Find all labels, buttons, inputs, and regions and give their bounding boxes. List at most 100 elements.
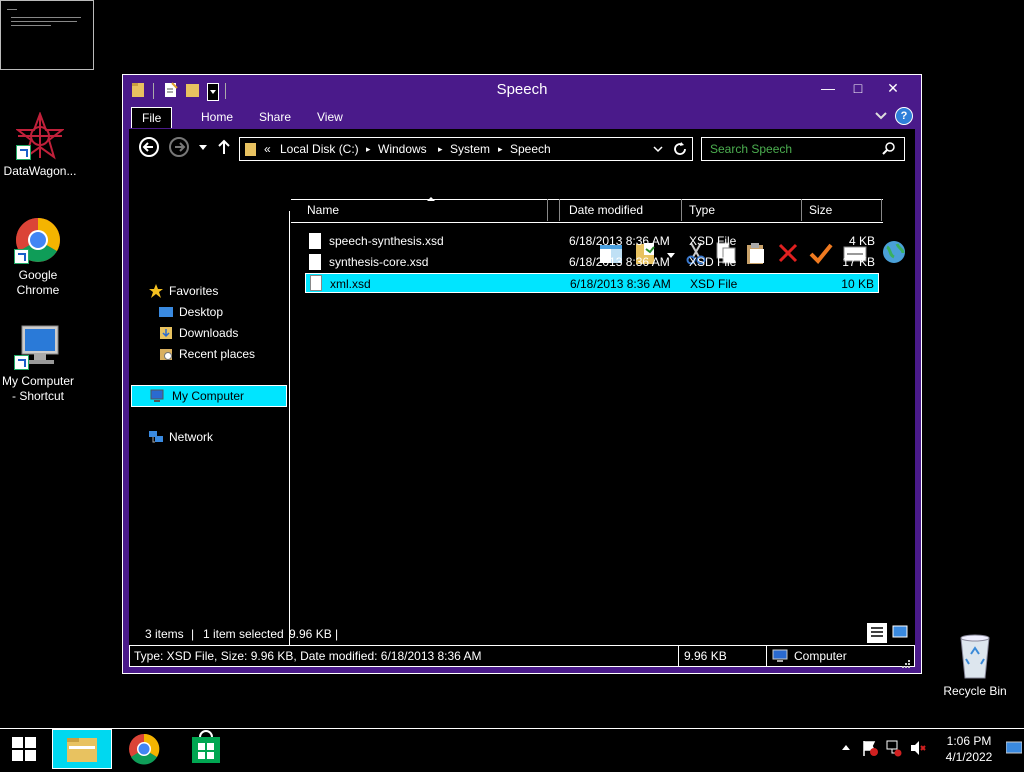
breadcrumb-overflow[interactable]: « [264,138,271,160]
column-header-type[interactable]: Type [683,199,802,221]
new-folder-icon[interactable] [185,81,201,99]
column-label: Name [307,203,340,217]
search-input[interactable]: Search Speech [710,138,792,160]
address-bar[interactable]: « Local Disk (C:) ▸ Windows ▸ System ▸ S… [239,137,693,161]
details-view-icon[interactable] [867,623,887,643]
navigation-pane: Favorites Desktop Downloads Recent place… [129,211,290,647]
computer-icon [772,649,788,663]
xsd-file-icon [309,254,321,270]
start-button[interactable] [0,729,48,769]
network-icon [149,430,163,444]
up-arrow-icon[interactable] [217,139,231,155]
star-icon [149,284,163,298]
title-bar[interactable]: Speech — □ ✕ [123,75,921,105]
nav-downloads[interactable]: Downloads [159,323,279,343]
breadcrumb-separator-icon[interactable]: ▸ [366,138,371,160]
desktop-icon-label: DataWagon... [3,164,77,178]
tab-view[interactable]: View [307,107,353,127]
nav-my-computer[interactable]: My Computer [131,385,287,407]
file-name: synthesis-core.xsd [329,255,429,269]
forward-button[interactable] [169,137,189,157]
recent-locations-dropdown-icon[interactable] [199,145,207,150]
tab-share[interactable]: Share [249,107,301,127]
breadcrumb-local-disk[interactable]: Local Disk (C:) [280,138,359,160]
shortcut-arrow-icon [14,249,29,264]
breadcrumb-windows[interactable]: Windows [378,138,427,160]
breadcrumb-separator-icon[interactable]: ▸ [438,138,443,160]
selected-size: 9.96 KB [289,627,332,641]
folder-icon[interactable] [131,81,147,99]
close-button[interactable]: ✕ [875,77,911,99]
quick-access-dropdown-icon[interactable] [207,83,219,101]
ribbon-expand-chevron-icon[interactable] [875,109,887,123]
network-status-icon[interactable] [886,739,902,757]
file-size: 17 KB [842,255,875,269]
breadcrumb-separator-icon[interactable]: ▸ [498,138,503,160]
back-button[interactable] [139,137,159,157]
search-box[interactable]: Search Speech [701,137,905,161]
tab-home[interactable]: Home [191,107,243,127]
file-type: XSD File [690,277,738,291]
maximize-button[interactable]: □ [843,77,873,99]
search-icon[interactable] [882,142,896,156]
clock-date: 4/1/2022 [945,750,993,764]
nav-label: Downloads [179,326,239,340]
desktop-icon-recycle-bin[interactable]: Recycle Bin [935,632,1015,699]
file-type: XSD File [689,234,737,248]
folder-icon [244,141,258,157]
window-title: Speech [496,81,548,98]
file-row-selected[interactable]: xml.xsd 6/18/2013 8:36 AM XSD File 10 KB [305,273,879,293]
details-location: Computer [794,649,847,663]
nav-recent-places[interactable]: Recent places [159,344,279,364]
address-dropdown-icon[interactable] [652,142,664,156]
tab-file[interactable]: File [131,107,173,128]
minimize-button[interactable]: — [813,77,843,99]
minimize-icon: — [821,80,835,96]
details-text: Type: XSD File, Size: 9.96 KB, Date modi… [134,649,482,663]
resize-grip-icon[interactable] [900,654,910,668]
shortcut-arrow-icon [16,145,31,160]
breadcrumb-speech[interactable]: Speech [510,138,551,160]
clock[interactable]: 1:06 PM 4/1/2022 [940,733,998,765]
nav-label: Recent places [179,347,256,361]
file-date: 6/18/2013 8:36 AM [569,255,670,269]
file-explorer-taskbar-button[interactable] [52,729,112,769]
nav-network[interactable]: Network [149,427,279,447]
nav-label: My Computer [172,389,245,403]
large-icons-view-icon[interactable] [891,623,909,641]
desktop-icon-my-computer[interactable]: My Computer - Shortcut [0,322,78,404]
desktop-icon-chrome[interactable]: Google Chrome [0,216,78,298]
selected-count: 1 item selected [203,627,284,641]
chrome-taskbar-button[interactable] [114,729,174,769]
desktop-icon-datawagon[interactable]: DataWagon... [0,111,80,179]
desktop-icon [159,305,173,319]
window-thumbnail-preview[interactable] [0,0,94,70]
datawagon-icon [15,111,65,160]
breadcrumb-system[interactable]: System [450,138,490,160]
desktop-icon-label: Recycle Bin [943,684,1007,698]
explorer-window: Speech — □ ✕ File Home Share View ? « Lo… [122,74,922,674]
nav-label: Network [169,430,214,444]
ribbon-tabs: File Home Share View ? [123,105,921,129]
show-desktop-icon[interactable] [1005,741,1023,755]
downloads-folder-icon [159,326,173,340]
refresh-icon[interactable] [672,141,688,157]
file-row[interactable]: synthesis-core.xsd 6/18/2013 8:36 AM XSD… [305,252,879,272]
store-taskbar-button[interactable] [176,729,236,769]
nav-favorites[interactable]: Favorites [149,281,279,301]
action-center-flag-icon[interactable] [862,739,878,757]
nav-desktop[interactable]: Desktop [159,302,279,322]
volume-muted-icon[interactable] [910,739,926,757]
properties-icon[interactable] [163,81,179,99]
show-hidden-icons-icon[interactable] [842,745,850,750]
column-header-name[interactable]: Name [291,197,548,221]
column-header-size[interactable]: Size [803,199,882,221]
xsd-file-icon [310,275,322,291]
chrome-icon [14,216,62,264]
help-button[interactable]: ? [895,107,913,125]
column-header-date-modified[interactable]: Date modified [563,199,682,221]
globe-icon[interactable] [881,239,907,265]
file-type: XSD File [689,255,737,269]
maximize-icon: □ [853,80,863,96]
file-row[interactable]: speech-synthesis.xsd 6/18/2013 8:36 AM X… [305,231,879,251]
